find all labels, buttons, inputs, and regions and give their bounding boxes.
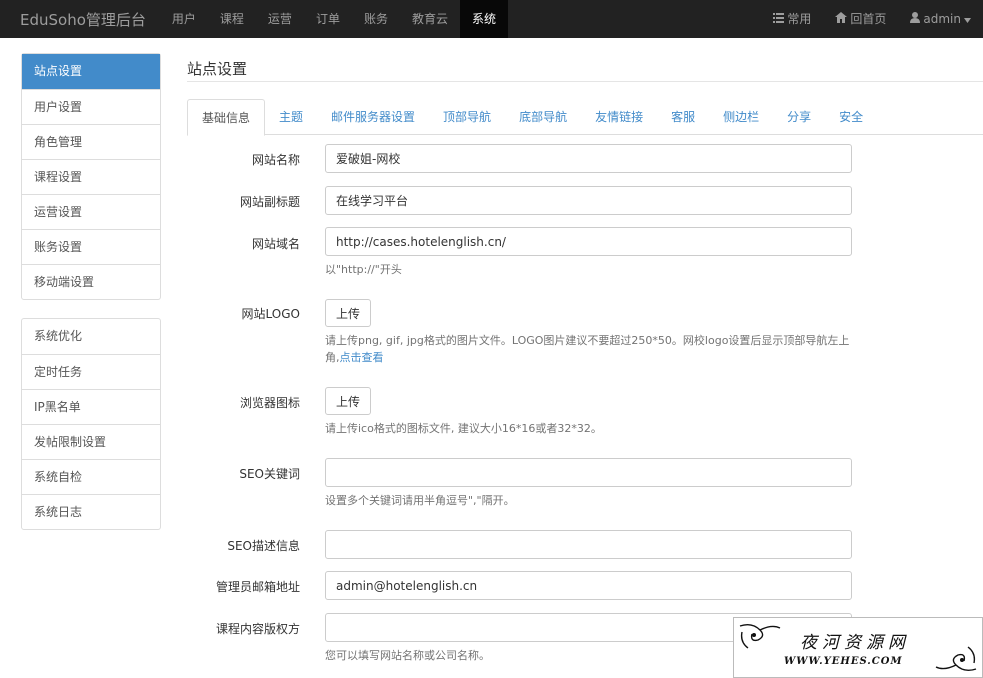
site-logo-label: 网站LOGO <box>241 307 300 321</box>
admin-email-input[interactable] <box>325 571 852 600</box>
favicon-help: 请上传ico格式的图标文件, 建议大小16*16或者32*32。 <box>325 422 602 435</box>
logo-view-link[interactable]: 点击查看 <box>340 351 384 364</box>
sidebar-item-system-logs[interactable]: 系统日志 <box>22 494 160 529</box>
site-domain-help: 以"http://"开头 <box>325 263 402 276</box>
site-subtitle-input[interactable] <box>325 186 852 215</box>
page-title: 站点设置 <box>187 60 248 78</box>
home-label: 回首页 <box>850 12 887 26</box>
caret-down-icon <box>964 0 971 38</box>
logo-upload-button[interactable]: 上传 <box>325 299 371 327</box>
copyright-label: 课程内容版权方 <box>215 622 300 636</box>
nav-item-users[interactable]: 用户 <box>160 0 208 38</box>
sidebar-item-account-settings[interactable]: 账务设置 <box>22 229 160 264</box>
sidebar-item-ip-blacklist[interactable]: IP黑名单 <box>22 389 160 424</box>
common-label: 常用 <box>787 12 812 26</box>
tab-basic-info[interactable]: 基础信息 <box>187 99 266 136</box>
seo-keywords-input[interactable] <box>325 458 852 487</box>
tab-share[interactable]: 分享 <box>773 99 825 135</box>
sidebar-item-operation-settings[interactable]: 运营设置 <box>22 194 160 229</box>
sidebar-item-course-settings[interactable]: 课程设置 <box>22 159 160 194</box>
nav-item-courses[interactable]: 课程 <box>208 0 256 38</box>
site-domain-input[interactable] <box>325 227 852 256</box>
tab-security[interactable]: 安全 <box>825 99 877 135</box>
favicon-upload-button[interactable]: 上传 <box>325 387 371 415</box>
tab-top-nav[interactable]: 顶部导航 <box>429 99 505 135</box>
watermark: 夜河资源网 WWW.YEHES.COM <box>733 617 983 678</box>
site-logo-help: 请上传png, gif, jpg格式的图片文件。LOGO图片建议不要超过250*… <box>325 332 860 366</box>
list-icon <box>773 0 785 38</box>
watermark-title: 夜河资源网 <box>800 633 910 653</box>
sidebar-item-scheduled-tasks[interactable]: 定时任务 <box>22 354 160 389</box>
seo-description-input[interactable] <box>325 530 852 559</box>
watermark-url: WWW.YEHES.COM <box>784 656 903 667</box>
sidebar-item-system-check[interactable]: 系统自检 <box>22 459 160 494</box>
tab-customer-service[interactable]: 客服 <box>657 99 709 135</box>
site-name-input[interactable] <box>325 144 852 173</box>
tab-mail-server[interactable]: 邮件服务器设置 <box>317 99 429 135</box>
tab-theme[interactable]: 主题 <box>265 99 317 135</box>
user-label: admin <box>923 12 961 26</box>
nav-item-edu-cloud[interactable]: 教育云 <box>400 0 460 38</box>
sidebar-item-mobile-settings[interactable]: 移动端设置 <box>22 264 160 299</box>
admin-email-label: 管理员邮箱地址 <box>215 580 300 594</box>
home-link[interactable]: 回首页 <box>823 0 898 38</box>
common-menu[interactable]: 常用 <box>761 0 823 38</box>
sidebar-group-system: 系统优化 定时任务 IP黑名单 发帖限制设置 系统自检 系统日志 <box>21 318 161 530</box>
title-divider <box>187 81 983 82</box>
nav-right: 常用 回首页 admin <box>761 0 983 38</box>
top-navbar: EduSoho管理后台 用户 课程 运营 订单 账务 教育云 系统 常用 回首页… <box>0 0 983 38</box>
settings-tabs: 基础信息 主题 邮件服务器设置 顶部导航 底部导航 友情链接 客服 侧边栏 分享… <box>187 99 983 136</box>
sidebar-item-post-limit[interactable]: 发帖限制设置 <box>22 424 160 459</box>
seo-description-label: SEO描述信息 <box>227 539 300 553</box>
nav-item-system[interactable]: 系统 <box>459 0 508 38</box>
seo-keywords-help: 设置多个关键词请用半角逗号","隔开。 <box>325 494 515 507</box>
ornament-left-icon <box>739 623 781 649</box>
site-subtitle-label: 网站副标题 <box>239 195 300 209</box>
user-icon <box>910 0 921 38</box>
site-logo-help-text: 请上传png, gif, jpg格式的图片文件。LOGO图片建议不要超过250*… <box>325 334 850 364</box>
tab-sidebar[interactable]: 侧边栏 <box>709 99 773 135</box>
tab-bottom-nav[interactable]: 底部导航 <box>505 99 581 135</box>
site-domain-label: 网站域名 <box>251 237 300 251</box>
main-nav: 用户 课程 运营 订单 账务 教育云 系统 <box>160 0 508 38</box>
sidebar: 站点设置 用户设置 角色管理 课程设置 运营设置 账务设置 移动端设置 系统优化… <box>21 53 161 548</box>
user-menu[interactable]: admin <box>898 0 983 38</box>
nav-item-accounts[interactable]: 账务 <box>352 0 400 38</box>
sidebar-group-settings: 站点设置 用户设置 角色管理 课程设置 运营设置 账务设置 移动端设置 <box>21 53 161 300</box>
nav-item-orders[interactable]: 订单 <box>304 0 352 38</box>
sidebar-item-user-settings[interactable]: 用户设置 <box>22 89 160 124</box>
sidebar-item-role-management[interactable]: 角色管理 <box>22 124 160 159</box>
tab-friend-links[interactable]: 友情链接 <box>581 99 657 135</box>
sidebar-item-system-optimization[interactable]: 系统优化 <box>22 319 160 354</box>
brand-logo[interactable]: EduSoho管理后台 <box>0 9 160 30</box>
site-name-label: 网站名称 <box>251 153 300 167</box>
nav-item-operations[interactable]: 运营 <box>256 0 304 38</box>
favicon-label: 浏览器图标 <box>239 396 300 410</box>
home-icon <box>835 0 848 38</box>
ornament-right-icon <box>935 646 977 672</box>
sidebar-item-site-settings[interactable]: 站点设置 <box>22 54 160 89</box>
seo-keywords-label: SEO关键词 <box>239 467 300 481</box>
